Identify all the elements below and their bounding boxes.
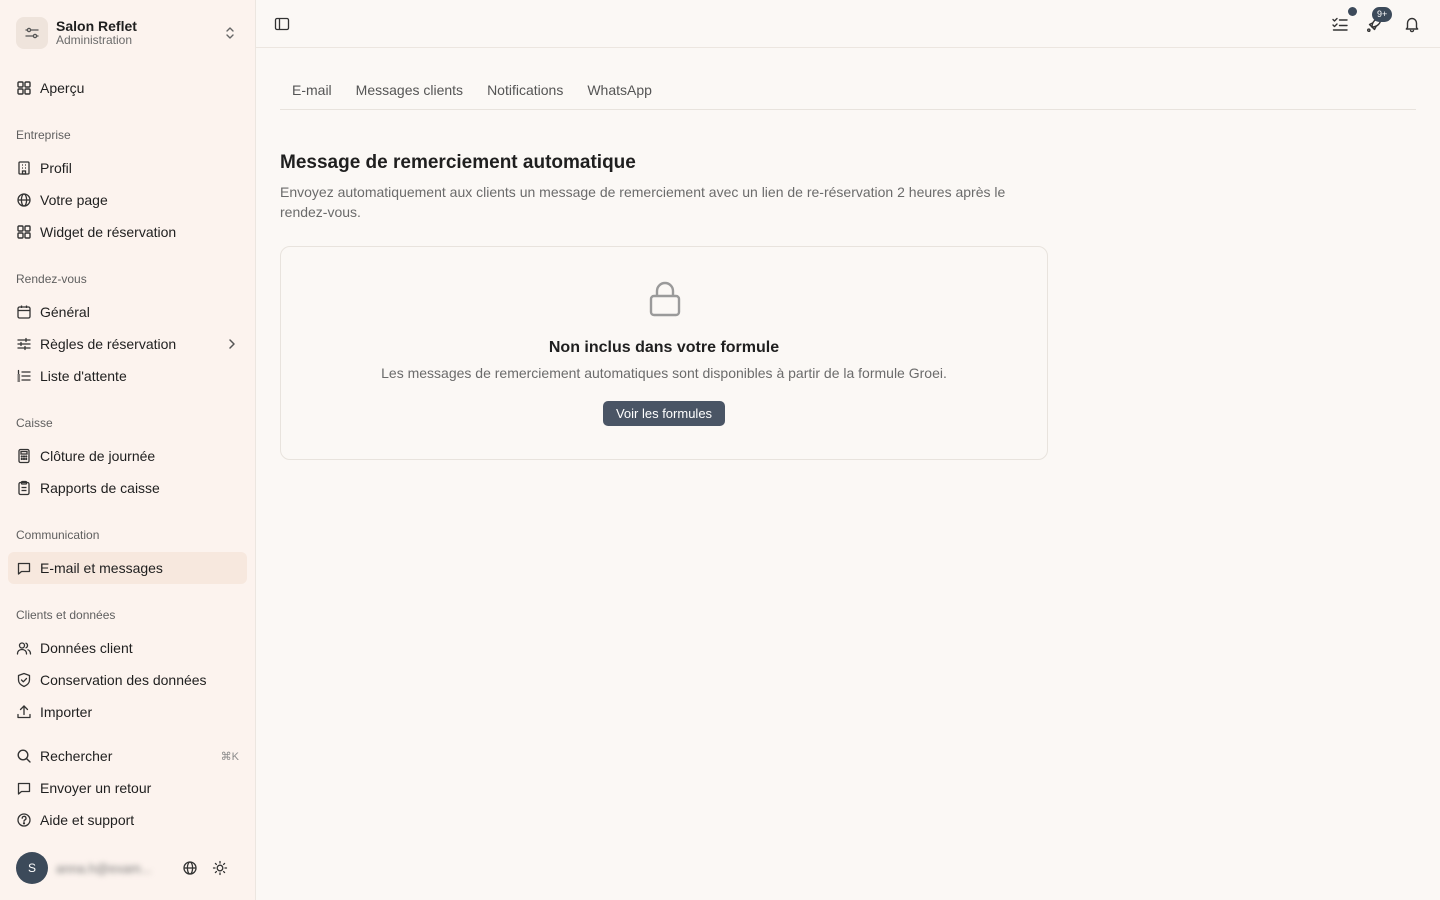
search-icon [16,748,32,764]
section-company: Entreprise [16,128,71,142]
sidebar: Salon Reflet Administration Aperçu Entre… [0,0,256,900]
nav-feedback[interactable]: Envoyer un retour [8,772,247,804]
tasks-checklist-icon[interactable] [1331,15,1349,33]
upload-icon [16,704,32,720]
avatar[interactable]: S [16,852,48,884]
shield-check-icon [16,672,32,688]
nav-help[interactable]: Aide et support [8,804,247,836]
nav-booking-widget[interactable]: Widget de réservation [8,216,247,248]
view-plans-button[interactable]: Voir les formules [603,401,725,426]
channel-tabs: E-mail Messages clients Notifications Wh… [280,72,1416,110]
tasks-indicator-dot [1348,7,1357,16]
chevron-right-icon [225,337,239,351]
nav-overview[interactable]: Aperçu [8,72,247,104]
nav-your-page[interactable]: Votre page [8,184,247,216]
building-icon [16,160,32,176]
message-square-icon [16,560,32,576]
lock-icon [645,279,685,319]
tab-client-messages[interactable]: Messages clients [344,72,475,109]
workspace-role: Administration [56,33,133,48]
nav-booking-rules[interactable]: Règles de réservation [8,328,247,360]
user-email: anna.h@exam... [56,860,152,876]
nav-search[interactable]: Rechercher ⌘K [8,740,247,772]
nav-label: Données client [40,640,133,656]
nav-import[interactable]: Importer [8,696,247,728]
chevron-up-down-icon [222,25,238,41]
nav-label: Général [40,304,90,320]
message-square-icon [16,780,32,796]
nav-waitlist[interactable]: Liste d'attente [8,360,247,392]
language-globe-icon[interactable] [182,860,198,876]
nav-data-retention[interactable]: Conservation des données [8,664,247,696]
user-menu[interactable]: S anna.h@exam... [16,852,248,884]
nav-general[interactable]: Général [8,296,247,328]
tab-whatsapp[interactable]: WhatsApp [575,72,664,109]
workspace-switcher[interactable]: Salon Reflet Administration [16,16,248,50]
nav-label: Envoyer un retour [40,780,152,796]
tab-email[interactable]: E-mail [280,72,344,109]
bell-icon[interactable] [1403,15,1421,33]
help-circle-icon [16,812,32,828]
nav-label: Liste d'attente [40,368,127,384]
nav-email-messages[interactable]: E-mail et messages [8,552,247,584]
grid-icon [16,224,32,240]
nav-label: Profil [40,160,72,176]
nav-label: Rapports de caisse [40,480,160,496]
locked-description: Les messages de remerciement automatique… [381,365,947,381]
locked-title: Non inclus dans votre formule [548,339,780,356]
page-title: Message de remerciement automatique [280,152,636,173]
sidebar-toggle-icon[interactable] [274,16,290,32]
search-shortcut: ⌘K [220,750,239,763]
nav-label: E-mail et messages [40,560,163,576]
sliders-icon [16,336,32,352]
section-appointments: Rendez-vous [16,272,87,286]
users-icon [16,640,32,656]
nav-label: Conservation des données [40,672,207,688]
section-communication: Communication [16,528,100,542]
tab-notifications[interactable]: Notifications [475,72,575,109]
sun-theme-icon[interactable] [212,860,228,876]
nav-label: Clôture de journée [40,448,156,464]
nav-label: Règles de réservation [40,336,177,352]
locked-feature-card: Non inclus dans votre formule Les messag… [280,246,1048,460]
updates-count-badge: 9+ [1372,7,1393,22]
nav-label: Rechercher [40,748,113,764]
nav-label: Aide et support [40,812,135,828]
settings-sliders-icon [16,17,48,49]
nav-client-data[interactable]: Données client [8,632,247,664]
nav-register-reports[interactable]: Rapports de caisse [8,472,247,504]
workspace-name: Salon Reflet [56,18,137,35]
nav-profile[interactable]: Profil [8,152,247,184]
nav-label: Aperçu [40,80,85,96]
grid-icon [16,80,32,96]
section-register: Caisse [16,416,53,430]
nav-label: Widget de réservation [40,224,177,240]
numbered-list-icon [16,368,32,384]
section-clients: Clients et données [16,608,116,622]
nav-label: Importer [40,704,93,720]
globe-icon [16,192,32,208]
nav-label: Votre page [40,192,108,208]
clipboard-icon [16,480,32,496]
page-description: Envoyez automatiquement aux clients un m… [280,184,1006,220]
nav-day-close[interactable]: Clôture de journée [8,440,247,472]
calendar-icon [16,304,32,320]
topbar: 9+ [256,0,1440,48]
calculator-icon [16,448,32,464]
